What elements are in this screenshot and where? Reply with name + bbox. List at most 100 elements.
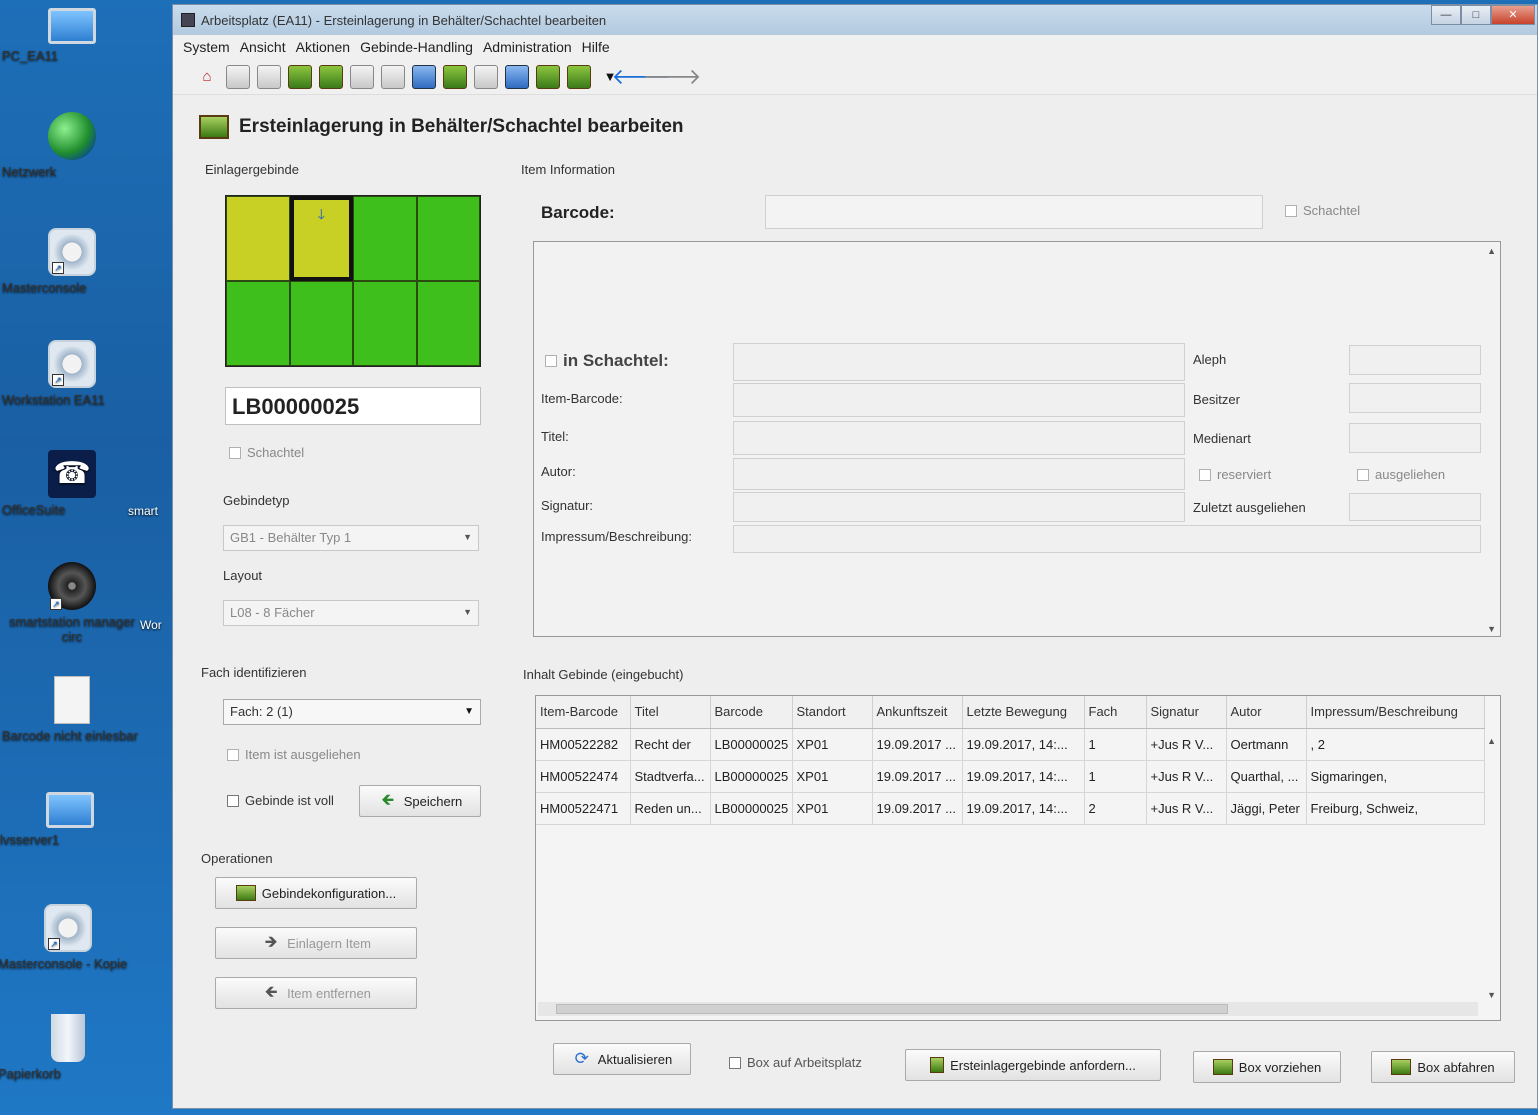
store-icon[interactable] (288, 64, 312, 89)
bin-cell[interactable] (353, 196, 417, 281)
box-icon[interactable] (319, 64, 343, 89)
download-icon[interactable] (443, 64, 467, 89)
book-icon[interactable] (350, 64, 374, 89)
ausgeliehen-checkbox[interactable]: ausgeliehen (1357, 467, 1445, 482)
layout-select[interactable]: L08 - 8 Fächer ▼ (223, 600, 479, 626)
desktop-icon-lvsserver[interactable]: lvsserver1 (0, 786, 140, 847)
titel-input[interactable] (733, 421, 1185, 455)
desktop-icon-label: Masterconsole (2, 280, 87, 295)
menu-gebinde-handling[interactable]: Gebinde-Handling (360, 39, 473, 55)
minimize-button[interactable]: — (1431, 5, 1461, 25)
column-header[interactable]: Standort (792, 696, 873, 729)
desktop-icon-pc[interactable]: PC_EA11 (2, 2, 142, 63)
robot-icon[interactable] (257, 64, 281, 89)
table-cell: Sigmaringen, (1306, 760, 1485, 793)
desktop-icon-officesuite[interactable]: ☎ OfficeSuite (2, 450, 142, 517)
bin-cell[interactable] (226, 281, 290, 366)
schachtel-checkbox[interactable]: Schachtel (229, 445, 304, 460)
table-row[interactable]: HM00522471 Reden un... LB00000025 XP01 1… (536, 792, 1485, 825)
bin-id-field[interactable]: LB00000025 (225, 387, 481, 425)
impressum-input[interactable] (733, 525, 1481, 553)
barcode-label: Barcode: (541, 203, 615, 222)
close-button[interactable]: ✕ (1491, 5, 1535, 25)
column-header[interactable]: Item-Barcode (536, 696, 631, 729)
desktop-icon-workstation[interactable]: ↗ Workstation EA11 (2, 340, 142, 407)
refresh-box-icon[interactable] (474, 64, 498, 89)
column-header[interactable]: Impressum/Beschreibung (1306, 696, 1485, 729)
in-schachtel-input[interactable] (733, 343, 1185, 381)
column-header[interactable]: Ankunftszeit (872, 696, 963, 729)
gebindekonfiguration-button[interactable]: Gebindekonfiguration... (215, 877, 417, 909)
desktop-icon-masterconsole[interactable]: ↗ Masterconsole (2, 228, 142, 295)
item-schachtel-checkbox[interactable]: Schachtel (1285, 203, 1360, 218)
button-label: Speichern (403, 793, 463, 809)
bin-cell[interactable] (289, 281, 353, 366)
table-row[interactable]: HM00522282 Recht der LB00000025 XP01 19.… (536, 728, 1485, 761)
ersteinlagergebinde-anfordern-button[interactable]: Ersteinlagergebinde anfordern... (905, 1049, 1161, 1081)
in-schachtel-checkbox[interactable]: in Schachtel: (545, 351, 669, 371)
column-header[interactable]: Barcode (710, 696, 793, 729)
scroll-down-icon[interactable]: ▼ (1487, 990, 1496, 1000)
menu-ansicht[interactable]: Ansicht (240, 39, 286, 55)
bin-cell[interactable] (416, 196, 480, 281)
user-icon[interactable] (505, 64, 529, 89)
aleph-input[interactable] (1349, 345, 1481, 375)
maximize-button[interactable]: □ (1461, 5, 1491, 25)
menu-system[interactable]: System (183, 39, 230, 55)
desktop-icon-label: lvsserver1 (0, 832, 60, 847)
einlagern-item-button[interactable]: 🡺 Einlagern Item (215, 927, 417, 959)
box-arbeitsplatz-checkbox[interactable]: Box auf Arbeitsplatz (729, 1055, 862, 1070)
column-header[interactable]: Titel (630, 696, 711, 729)
button-label: Ersteinlagergebinde anfordern... (950, 1057, 1136, 1073)
scrollbar-thumb[interactable] (556, 1004, 1228, 1014)
shelf-icon[interactable] (381, 64, 405, 89)
bin-cell-selected[interactable]: 🡓 (289, 196, 353, 281)
bin-cell[interactable] (353, 281, 417, 366)
item-barcode-input[interactable] (733, 383, 1185, 417)
scroll-down-icon[interactable]: ▼ (1487, 624, 1496, 634)
besitzer-input[interactable] (1349, 383, 1481, 413)
zuletzt-ausgeliehen-input[interactable] (1349, 493, 1481, 521)
forward-arrow-icon[interactable]: 🡒 (643, 64, 702, 89)
bin-cell[interactable] (416, 281, 480, 366)
medienart-input[interactable] (1349, 423, 1481, 453)
desktop-icon-recycle-bin[interactable]: Papierkorb (0, 1014, 138, 1081)
desktop-icon-masterconsole-copy[interactable]: ↗ Masterconsole - Kopie (0, 904, 138, 971)
item-entfernen-button[interactable]: 🡸 Item entfernen (215, 977, 417, 1009)
table-row[interactable]: HM00522474 Stadtverfa... LB00000025 XP01… (536, 760, 1485, 793)
gebindetyp-select[interactable]: GB1 - Behälter Typ 1 ▼ (223, 525, 479, 551)
table-cell: XP01 (792, 760, 873, 793)
aktualisieren-button[interactable]: ⟳ Aktualisieren (553, 1043, 691, 1075)
column-header[interactable]: Signatur (1146, 696, 1227, 729)
speichern-button[interactable]: 🡸 Speichern (359, 785, 481, 817)
menu-administration[interactable]: Administration (483, 39, 572, 55)
scroll-up-icon[interactable]: ▲ (1487, 246, 1496, 256)
box-abfahren-button[interactable]: Box abfahren (1371, 1051, 1515, 1083)
horizontal-scrollbar[interactable] (538, 1002, 1478, 1016)
menu-hilfe[interactable]: Hilfe (582, 39, 610, 55)
title-bar[interactable]: Arbeitsplatz (EA11) - Ersteinlagerung in… (173, 5, 1537, 35)
menu-aktionen[interactable]: Aktionen (296, 39, 350, 55)
desktop-icon-smartstation[interactable]: ↗ smartstation manager circ (2, 562, 142, 644)
autor-input[interactable] (733, 458, 1185, 490)
disc-icon: ↗ (48, 562, 96, 610)
bin-cell[interactable] (226, 196, 290, 281)
upload-icon[interactable] (412, 64, 436, 89)
box-back-icon[interactable] (567, 64, 591, 89)
scroll-up-icon[interactable]: ▲ (1487, 736, 1496, 746)
desktop-icon-barcode[interactable]: Barcode nicht einlesbar (2, 676, 142, 743)
desktop-icon-network[interactable]: Netzwerk (2, 112, 142, 179)
monitor-icon[interactable] (226, 64, 250, 89)
box-vorziehen-button[interactable]: Box vorziehen (1193, 1051, 1341, 1083)
column-header[interactable]: Fach (1084, 696, 1147, 729)
reserviert-checkbox[interactable]: reserviert (1199, 467, 1271, 482)
fach-select[interactable]: Fach: 2 (1) ▼ (223, 699, 481, 725)
barcode-input[interactable] (765, 195, 1263, 229)
home-icon[interactable]: ⌂ (195, 65, 219, 89)
column-header[interactable]: Autor (1226, 696, 1307, 729)
signatur-input[interactable] (733, 492, 1185, 522)
gebinde-voll-checkbox[interactable]: Gebinde ist voll (227, 793, 334, 808)
column-header[interactable]: Letzte Bewegung (962, 696, 1085, 729)
box-forward-icon[interactable] (536, 64, 560, 89)
item-ausgeliehen-checkbox[interactable]: Item ist ausgeliehen (227, 747, 361, 762)
